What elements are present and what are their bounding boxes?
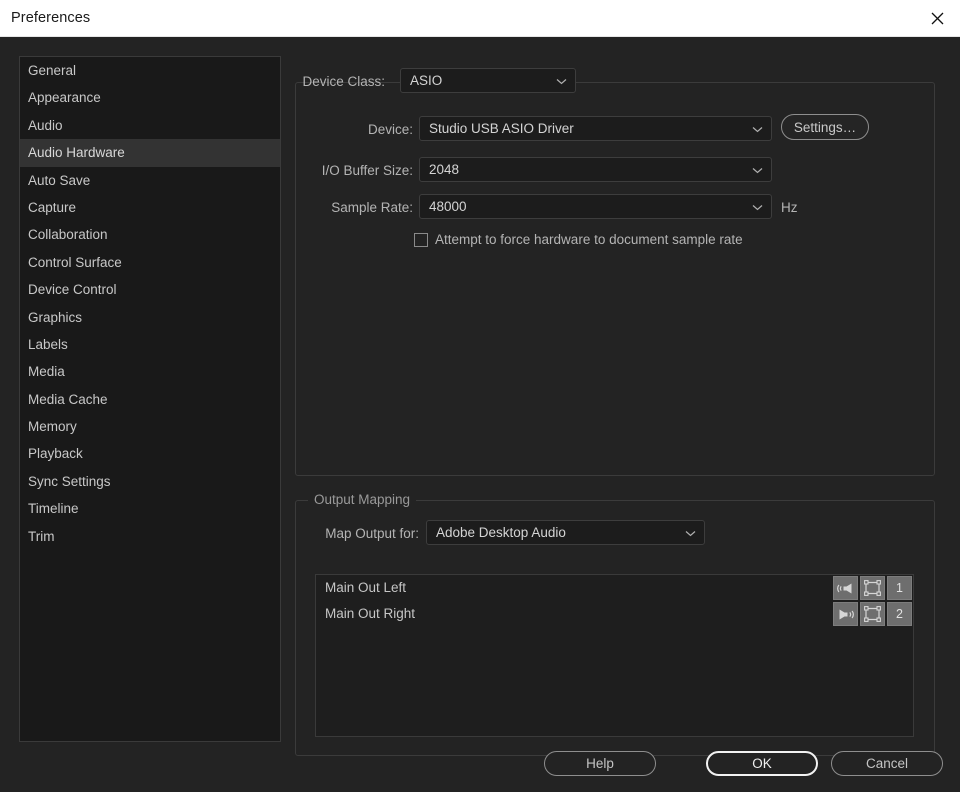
settings-pane: Device Class: ASIO Device: Studio USB AS… bbox=[295, 56, 941, 756]
sidebar-item-label: Collaboration bbox=[28, 227, 108, 243]
device-settings-group bbox=[295, 82, 935, 476]
sidebar-item-label: Device Control bbox=[28, 282, 117, 298]
sidebar-item-label: General bbox=[28, 63, 77, 78]
title-bar: Preferences bbox=[0, 0, 960, 37]
sidebar-item-general[interactable]: General bbox=[20, 57, 280, 84]
chevron-down-icon bbox=[556, 78, 567, 85]
sidebar-item-playback[interactable]: Playback bbox=[20, 440, 280, 467]
device-dropdown[interactable]: Studio USB ASIO Driver bbox=[419, 116, 772, 141]
output-channel-name: Main Out Left bbox=[325, 580, 407, 595]
device-value: Studio USB ASIO Driver bbox=[429, 121, 574, 136]
window-title: Preferences bbox=[11, 10, 91, 26]
map-output-for-value: Adobe Desktop Audio bbox=[436, 525, 566, 540]
sidebar-item-auto-save[interactable]: Auto Save bbox=[20, 167, 280, 194]
force-sample-rate-checkbox[interactable]: Attempt to force hardware to document sa… bbox=[414, 232, 743, 247]
sidebar-item-trim[interactable]: Trim bbox=[20, 523, 280, 550]
io-buffer-size-label: I/O Buffer Size: bbox=[321, 163, 413, 178]
sidebar-item-graphics[interactable]: Graphics bbox=[20, 304, 280, 331]
output-mapping-group: Output Mapping Map Output for: Adobe Des… bbox=[295, 492, 935, 756]
sidebar-item-capture[interactable]: Capture bbox=[20, 194, 280, 221]
sidebar-item-label: Auto Save bbox=[28, 172, 91, 188]
sidebar-item-label: Playback bbox=[28, 446, 83, 462]
output-mapping-list[interactable]: Main Out Left 1 Main Out Right 2 bbox=[315, 574, 914, 737]
chevron-down-icon bbox=[752, 167, 763, 174]
sidebar-item-labels[interactable]: Labels bbox=[20, 331, 280, 358]
sidebar-item-audio[interactable]: Audio bbox=[20, 112, 280, 139]
speaker-left-icon[interactable] bbox=[833, 576, 858, 600]
preferences-dialog: General Appearance Audio Audio Hardware … bbox=[0, 37, 960, 792]
output-row-controls: 1 bbox=[833, 576, 912, 600]
force-sample-rate-label: Attempt to force hardware to document sa… bbox=[435, 232, 743, 247]
output-mapping-legend: Output Mapping bbox=[308, 492, 417, 507]
sidebar-item-label: Timeline bbox=[28, 501, 79, 517]
clip-icon[interactable] bbox=[860, 576, 885, 600]
output-row-controls: 2 bbox=[833, 602, 912, 626]
sidebar-item-media-cache[interactable]: Media Cache bbox=[20, 386, 280, 413]
ok-button[interactable]: OK bbox=[706, 751, 818, 776]
sidebar-item-label: Trim bbox=[28, 528, 55, 544]
sample-rate-value: 48000 bbox=[429, 199, 467, 214]
sidebar-item-label: Control Surface bbox=[28, 254, 122, 270]
device-class-dropdown[interactable]: ASIO bbox=[400, 68, 576, 93]
sidebar-item-collaboration[interactable]: Collaboration bbox=[20, 221, 280, 248]
sidebar-item-audio-hardware[interactable]: Audio Hardware bbox=[20, 139, 280, 167]
table-row[interactable]: Main Out Left 1 bbox=[316, 575, 913, 601]
sidebar-item-label: Audio bbox=[28, 117, 63, 133]
io-buffer-size-value: 2048 bbox=[429, 162, 460, 177]
sidebar-item-timeline[interactable]: Timeline bbox=[20, 495, 280, 522]
sample-rate-dropdown[interactable]: 48000 bbox=[419, 194, 772, 219]
sidebar-item-label: Audio Hardware bbox=[28, 145, 125, 161]
close-icon bbox=[931, 12, 944, 25]
sidebar-item-control-surface[interactable]: Control Surface bbox=[20, 249, 280, 276]
sidebar-item-label: Media bbox=[28, 364, 65, 380]
device-class-label: Device Class: bbox=[302, 74, 385, 89]
help-button[interactable]: Help bbox=[544, 751, 656, 776]
sidebar-item-label: Capture bbox=[28, 199, 77, 215]
output-channel-name: Main Out Right bbox=[325, 606, 416, 621]
chevron-down-icon bbox=[752, 204, 763, 211]
device-label: Device: bbox=[367, 122, 413, 137]
cancel-button[interactable]: Cancel bbox=[831, 751, 943, 776]
clip-icon[interactable] bbox=[860, 602, 885, 626]
sidebar-item-media[interactable]: Media bbox=[20, 358, 280, 385]
sidebar-item-label: Graphics bbox=[28, 309, 83, 325]
sidebar-item-label: Appearance bbox=[28, 90, 101, 106]
device-settings-button[interactable]: Settings… bbox=[781, 114, 869, 140]
chevron-down-icon bbox=[752, 126, 763, 133]
chevron-down-icon bbox=[685, 530, 696, 537]
map-output-for-label: Map Output for: bbox=[325, 526, 419, 541]
io-buffer-size-dropdown[interactable]: 2048 bbox=[419, 157, 772, 182]
sidebar-item-label: Memory bbox=[28, 419, 77, 435]
sidebar-item-label: Labels bbox=[28, 336, 68, 352]
sample-rate-unit-label: Hz bbox=[781, 200, 798, 215]
output-channel-number[interactable]: 2 bbox=[887, 602, 912, 626]
sidebar-item-label: Media Cache bbox=[28, 391, 108, 407]
preferences-category-list[interactable]: General Appearance Audio Audio Hardware … bbox=[19, 56, 281, 742]
sidebar-item-device-control[interactable]: Device Control bbox=[20, 276, 280, 303]
output-channel-number[interactable]: 1 bbox=[887, 576, 912, 600]
close-button[interactable] bbox=[914, 0, 960, 36]
sidebar-item-sync-settings[interactable]: Sync Settings bbox=[20, 468, 280, 495]
sidebar-item-appearance[interactable]: Appearance bbox=[20, 84, 280, 111]
speaker-right-icon[interactable] bbox=[833, 602, 858, 626]
sidebar-item-label: Sync Settings bbox=[28, 473, 111, 489]
checkbox-box-icon bbox=[414, 232, 428, 247]
sample-rate-label: Sample Rate: bbox=[331, 200, 413, 215]
device-class-value: ASIO bbox=[410, 73, 443, 88]
map-output-for-dropdown[interactable]: Adobe Desktop Audio bbox=[426, 520, 705, 545]
table-row[interactable]: Main Out Right 2 bbox=[316, 601, 913, 627]
sidebar-item-memory[interactable]: Memory bbox=[20, 413, 280, 440]
